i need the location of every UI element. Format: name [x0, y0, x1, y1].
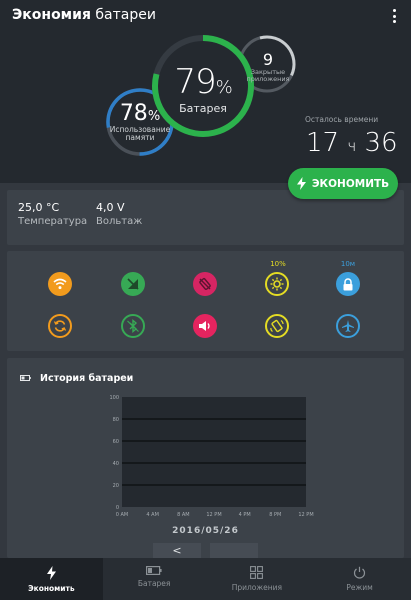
chart-x-tick-label: 4 PM — [239, 512, 251, 518]
battery-icon — [146, 566, 162, 575]
chart-x-axis: 0 AM 4 AM 8 AM 12 PM 4 PM 8 PM 12 PM — [116, 512, 314, 518]
power-icon — [354, 566, 366, 579]
sync-toggle[interactable] — [48, 314, 72, 338]
temperature-value: 25,0 °C — [18, 201, 60, 214]
rotation-lock-icon — [199, 277, 211, 291]
chart-x-tick-label: 0 AM — [116, 512, 129, 518]
chart-y-tick-label: 0 — [116, 505, 119, 511]
next-day-button[interactable] — [210, 543, 258, 558]
apps-value: 9 — [262, 50, 274, 69]
battery-history-card: История батареи 0 20 40 60 80 100 0 AM 4 AM 8 A… — [7, 358, 404, 558]
voltage-value: 4,0 V — [96, 201, 125, 214]
lightning-icon — [296, 177, 306, 190]
vibrate-icon — [270, 319, 284, 333]
chart-plot-area — [122, 397, 306, 507]
nav-apps-label: Приложения — [231, 583, 283, 592]
wifi-icon — [53, 278, 67, 290]
memory-value: 78 — [119, 101, 148, 126]
remaining-hours-unit: ч — [347, 137, 357, 155]
remaining-time-label: Осталось времени — [305, 115, 379, 124]
battery-unit: % — [215, 77, 233, 98]
voltage-label: Вольтаж — [96, 216, 143, 227]
bluetooth-icon — [127, 319, 139, 333]
chart-x-tick-label: 12 PM — [298, 512, 313, 518]
rotation-toggle[interactable] — [193, 272, 217, 296]
sound-toggle[interactable] — [193, 314, 217, 338]
mobile-data-icon — [127, 278, 139, 290]
bluetooth-toggle[interactable] — [121, 314, 145, 338]
chart-y-axis: 0 20 40 60 80 100 — [109, 395, 119, 511]
chart-y-tick-label: 100 — [109, 395, 119, 401]
sync-icon — [53, 320, 67, 332]
voltage-stat: 4,0 V Вольтаж — [96, 201, 142, 227]
chart-y-tick-label: 60 — [113, 439, 119, 445]
vibrate-toggle[interactable] — [265, 314, 289, 338]
airplane-mode-icon — [342, 320, 354, 332]
history-date: 2016/05/26 — [172, 526, 239, 536]
nav-battery[interactable]: Батарея — [103, 558, 206, 600]
nav-save-label: Экономить — [28, 584, 75, 593]
nav-save[interactable]: Экономить — [0, 558, 103, 600]
airplane-toggle[interactable] — [336, 314, 360, 338]
memory-unit: % — [147, 109, 161, 124]
battery-history-chart: 0 20 40 60 80 100 0 AM 4 AM 8 AM 12 PM 4 PM 8 PM 12… — [109, 395, 314, 518]
brightness-toggle[interactable] — [265, 272, 289, 296]
chart-y-tick-label: 20 — [113, 483, 119, 489]
nav-battery-label: Батарея — [137, 579, 171, 588]
chart-y-tick-label: 40 — [113, 461, 119, 467]
lightning-icon — [46, 566, 56, 580]
brightness-icon — [270, 277, 284, 291]
battery-value: 79 — [174, 62, 216, 102]
screen-timeout-icon — [343, 277, 353, 290]
nav-mode-label: Режим — [346, 583, 373, 592]
chart-y-tick-label: 80 — [113, 417, 119, 423]
wifi-toggle[interactable] — [48, 272, 72, 296]
temperature-stat: 25,0 °C Температура — [18, 201, 87, 227]
mobile-data-toggle[interactable] — [121, 272, 145, 296]
battery-summary-panel: Экономия батареи 79% Батарея 78% Использ… — [0, 0, 411, 185]
apps-gauge: 9 Закрытые приложения — [242, 50, 294, 83]
chart-x-tick-label: 4 AM — [146, 512, 159, 518]
brightness-value: 10% — [270, 260, 286, 268]
chart-x-tick-label: 12 PM — [206, 512, 221, 518]
sound-icon — [199, 321, 210, 331]
history-pager: < — [153, 543, 258, 558]
chart-x-tick-label: 8 PM — [269, 512, 281, 518]
screen-timeout-toggle[interactable] — [336, 272, 360, 296]
temperature-label: Температура — [18, 216, 88, 227]
chart-x-tick-label: 8 AM — [177, 512, 190, 518]
quick-toggles-card: 10% 10м — [7, 251, 404, 351]
save-button-label: ЭКОНОМИТЬ — [311, 177, 390, 190]
screen-timeout-value: 10м — [340, 260, 356, 268]
memory-label-2: памяти — [125, 133, 155, 142]
prev-day-button[interactable]: < — [153, 543, 201, 558]
apps-grid-icon — [250, 566, 264, 579]
save-button[interactable]: ЭКОНОМИТЬ — [288, 168, 398, 199]
nav-mode[interactable]: Режим — [308, 558, 411, 600]
remaining-minutes: 36 — [364, 128, 398, 158]
nav-apps[interactable]: Приложения — [206, 558, 309, 600]
memory-gauge: 78% Использование памяти — [109, 101, 171, 142]
apps-label-2: приложения — [246, 75, 290, 83]
remaining-hours: 17 — [306, 128, 340, 158]
bottom-navigation: Экономить Батарея Приложения Режим — [0, 558, 411, 600]
